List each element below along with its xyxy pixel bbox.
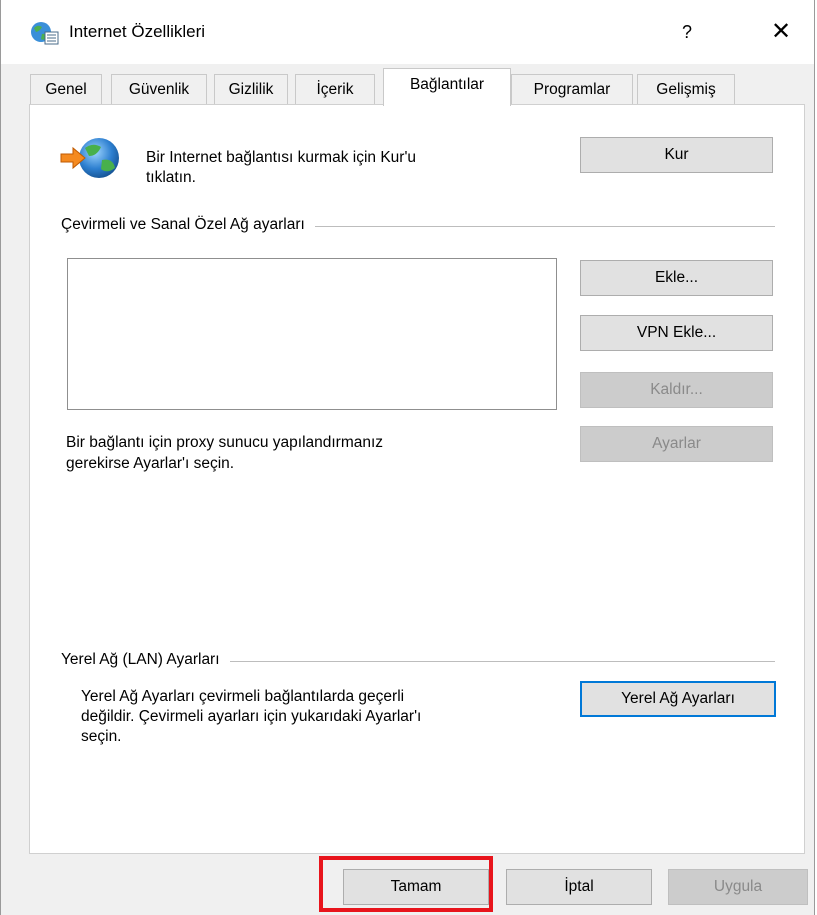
lan-description-line3: seçin. [81, 728, 122, 745]
help-button[interactable]: ? [665, 12, 709, 52]
ok-button-highlight [319, 856, 493, 912]
tab-guvenlik[interactable]: Güvenlik [111, 74, 207, 104]
dialup-group-label: Çevirmeli ve Sanal Özel Ağ ayarları [61, 216, 315, 234]
internet-options-icon [31, 22, 59, 45]
window-title: Internet Özellikleri [69, 22, 206, 41]
proxy-description-line2: gerekirse Ayarlar'ı seçin. [66, 455, 235, 472]
add-vpn-button[interactable]: VPN Ekle... [580, 315, 773, 351]
setup-button[interactable]: Kur [580, 137, 773, 173]
setup-description-line1: Bir Internet bağlantısı kurmak için Kur'… [146, 149, 417, 166]
add-button[interactable]: Ekle... [580, 260, 773, 296]
lan-settings-button[interactable]: Yerel Ağ Ayarları [580, 681, 776, 717]
internet-options-dialog: Internet Özellikleri ? ✕ Genel Güvenlik … [0, 0, 815, 915]
proxy-description-line1: Bir bağlantı için proxy sunucu yapılandı… [66, 434, 384, 451]
lan-description-line1: Yerel Ağ Ayarları çevirmeli bağlantılard… [81, 688, 405, 705]
remove-button[interactable]: Kaldır... [580, 372, 773, 408]
close-button[interactable]: ✕ [759, 12, 803, 52]
internet-connection-wizard-icon [60, 138, 119, 178]
tab-baglantilar[interactable]: Bağlantılar [383, 68, 511, 106]
cancel-button[interactable]: İptal [506, 869, 652, 905]
tab-programlar[interactable]: Programlar [511, 74, 633, 104]
apply-button[interactable]: Uygula [668, 869, 808, 905]
settings-button[interactable]: Ayarlar [580, 426, 773, 462]
title-bar: Internet Özellikleri ? ✕ [1, 0, 814, 64]
tab-gizlilik[interactable]: Gizlilik [214, 74, 288, 104]
tab-genel[interactable]: Genel [30, 74, 102, 104]
connections-listbox[interactable] [67, 258, 557, 410]
lan-group-label: Yerel Ağ (LAN) Ayarları [61, 651, 230, 669]
tab-icerik[interactable]: İçerik [295, 74, 375, 104]
tab-gelismis[interactable]: Gelişmiş [637, 74, 735, 104]
setup-description-line2: tıklatın. [146, 169, 196, 186]
lan-description-line2: değildir. Çevirmeli ayarları için yukarı… [81, 708, 422, 725]
